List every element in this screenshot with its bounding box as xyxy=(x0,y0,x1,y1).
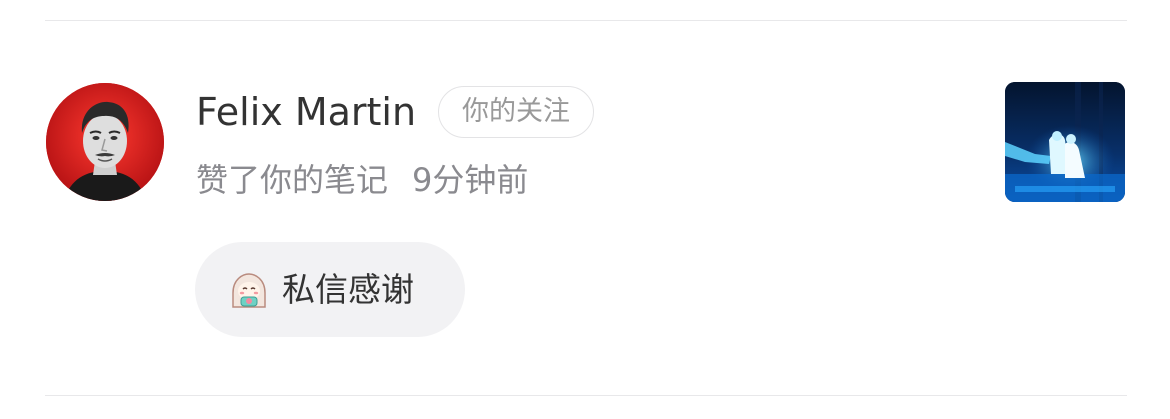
thank-button-label: 私信感谢 xyxy=(282,270,414,309)
note-thumbnail[interactable] xyxy=(1005,82,1125,202)
notification-page: Felix Martin 你的关注 赞了你的笔记 9分钟前 私信感谢 xyxy=(0,0,1170,419)
note-thumbnail-image xyxy=(1005,82,1125,202)
thank-message-button[interactable]: 私信感谢 xyxy=(195,242,465,337)
user-name[interactable]: Felix Martin xyxy=(196,89,416,135)
follow-badge: 你的关注 xyxy=(438,86,594,138)
avatar[interactable] xyxy=(46,83,164,201)
bottom-divider xyxy=(45,395,1127,396)
activity-line: 赞了你的笔记 9分钟前 xyxy=(196,160,528,200)
avatar-photo xyxy=(46,83,164,201)
top-divider xyxy=(45,20,1127,21)
grateful-emoji-icon xyxy=(229,271,269,311)
timestamp: 9分钟前 xyxy=(412,161,529,199)
action-text: 赞了你的笔记 xyxy=(196,161,389,199)
